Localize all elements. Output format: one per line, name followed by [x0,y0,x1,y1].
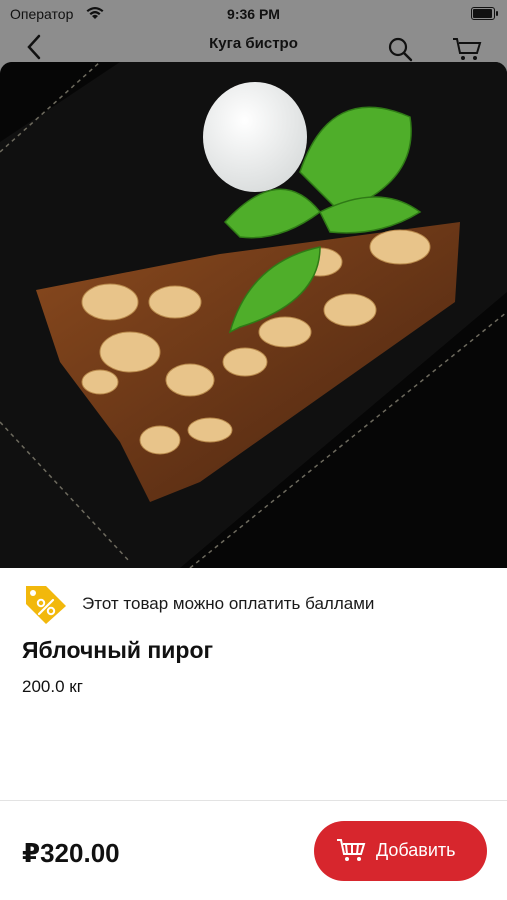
status-bar: Оператор 9:36 PM [0,0,507,28]
discount-tag-icon [22,582,68,631]
status-time: 9:36 PM [227,6,280,22]
add-to-cart-button[interactable]: Добавить [314,821,487,881]
add-button-label: Добавить [376,840,456,860]
points-note-text: Этот товар можно оплатить баллами [82,594,375,613]
product-price: ₽320.00 [22,838,120,868]
product-photo [0,62,507,568]
battery-icon [471,7,498,20]
product-weight: 200.0 кг [22,677,83,696]
divider [0,800,507,801]
product-sheet: Этот товар можно оплатить баллами Яблочн… [0,62,507,900]
page-title: Куга бистро [209,35,298,52]
product-title: Яблочный пирог [22,637,214,663]
cart-icon [336,837,366,868]
points-payment-note: Этот товар можно оплатить баллами [22,582,492,626]
